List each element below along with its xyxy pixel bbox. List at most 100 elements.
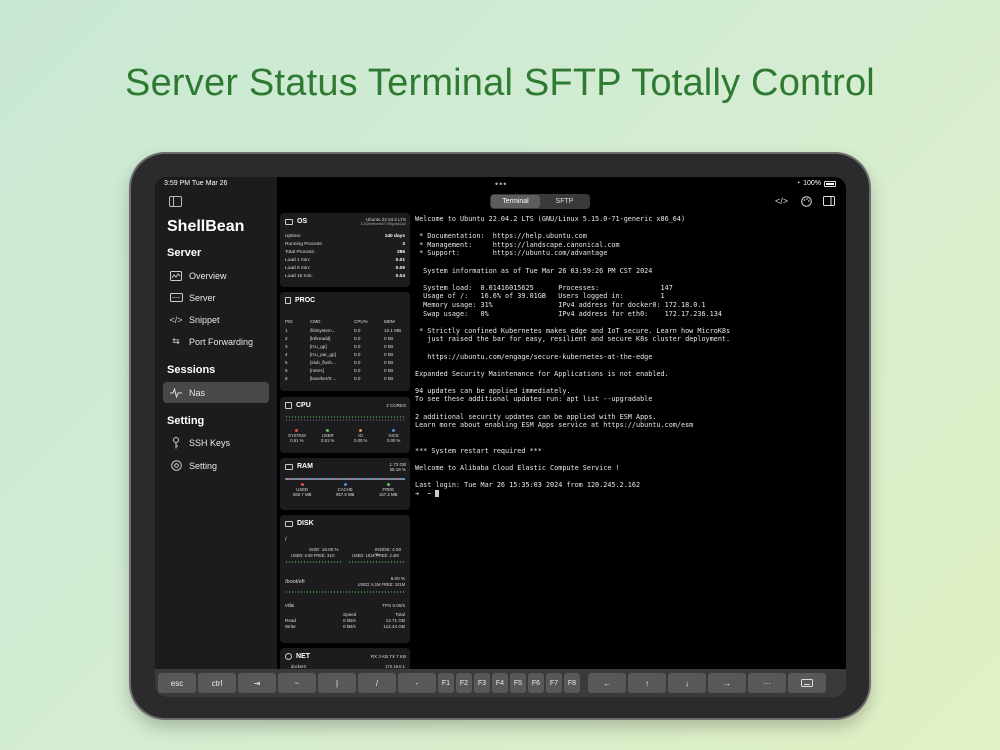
sidebar-item-snippet[interactable]: </> Snippet bbox=[163, 309, 269, 330]
cpu-cores: 2 CORES bbox=[386, 403, 406, 408]
terminal-line: https://ubuntu.com/engage/secure-kuberne… bbox=[415, 352, 653, 361]
code-icon: </> bbox=[169, 314, 183, 325]
sidebar-item-server[interactable]: Server bbox=[163, 287, 269, 308]
key-arrow-left[interactable]: ← bbox=[588, 673, 626, 693]
sidebar-item-label: Setting bbox=[189, 460, 218, 471]
terminal-line: just raised the bar for easy, resilient … bbox=[415, 335, 731, 344]
globe-icon bbox=[285, 653, 292, 660]
os-row: Uptime: 140 days bbox=[285, 234, 405, 239]
disk-efi-pct: 6.00 % bbox=[390, 576, 405, 581]
key-tilde[interactable]: ~ bbox=[278, 673, 316, 693]
key-f2[interactable]: F2 bbox=[456, 673, 472, 693]
ram-legend-free: FREE 157.2 MB bbox=[379, 483, 397, 497]
battery-icon bbox=[824, 180, 836, 187]
cpu-card: CPU 2 CORES SYSTEM 0.51 % USER 0.51 % IO 0.… bbox=[280, 397, 410, 453]
keyboard-accessory-bar: esc ctrl ⇥ ~ | / - F1 F2 F3 F4 F5 F6 F7 … bbox=[155, 669, 846, 697]
cpu-usage-bar bbox=[285, 416, 405, 418]
os-row: Running Process: 3 bbox=[285, 242, 405, 247]
terminal-output[interactable]: Welcome to Ubuntu 22.04.2 LTS (GNU/Linux… bbox=[415, 215, 842, 667]
status-bar: 3:59 PM Tue Mar 26 ◔ 100% bbox=[155, 177, 846, 191]
sidebar-item-label: SSH Keys bbox=[189, 437, 231, 448]
terminal-line: * Management: https://landscape.canonica… bbox=[415, 240, 620, 249]
disk-root-bar bbox=[285, 561, 342, 563]
palette-icon[interactable] bbox=[801, 196, 812, 209]
cpu-legend-nice: NICE 0.00 % bbox=[387, 429, 400, 443]
key-dash[interactable]: - bbox=[398, 673, 436, 693]
key-f3[interactable]: F3 bbox=[474, 673, 490, 693]
sidebar-item-overview[interactable]: Overview bbox=[163, 265, 269, 286]
terminal-line: System load: 0.01416015625 Processes: 14… bbox=[415, 283, 673, 292]
sidebar: ShellBean Server Overview Server </> Sni… bbox=[155, 177, 277, 669]
arrows-icon: ⇆ bbox=[172, 336, 180, 346]
key-f7[interactable]: F7 bbox=[546, 673, 562, 693]
cpu-usage-bar bbox=[285, 419, 405, 421]
os-row: Load 15 min: 0.04 bbox=[285, 274, 405, 279]
key-arrow-down[interactable]: ↓ bbox=[668, 673, 706, 693]
status-time: 3:59 PM Tue Mar 26 bbox=[164, 180, 228, 187]
key-pipe[interactable]: | bbox=[318, 673, 356, 693]
sidebar-item-port-forwarding[interactable]: ⇆ Port Forwarding bbox=[163, 331, 269, 352]
app-title: ShellBean bbox=[167, 218, 245, 235]
key-slash[interactable]: / bbox=[358, 673, 396, 693]
terminal-line: 94 updates can be applied immediately. bbox=[415, 386, 571, 395]
key-f5[interactable]: F5 bbox=[510, 673, 526, 693]
sidebar-item-setting[interactable]: Setting bbox=[163, 455, 269, 476]
gear-icon bbox=[169, 460, 183, 472]
tab-sftp[interactable]: SFTP bbox=[540, 195, 589, 208]
terminal-line: Learn more about enabling ESM Apps servi… bbox=[415, 421, 694, 430]
os-name-block: Ubuntu 22.04.2 LTS 1222eebcea677ff5yokk2… bbox=[360, 217, 406, 227]
server-icon bbox=[169, 292, 183, 304]
key-ctrl[interactable]: ctrl bbox=[198, 673, 236, 693]
ram-legend-cache: CACHE 957.5 MB bbox=[336, 483, 354, 497]
terminal-line: System information as of Tue Mar 26 03:5… bbox=[415, 266, 653, 275]
key-esc[interactable]: esc bbox=[158, 673, 196, 693]
terminal-line: Memory usage: 31% IPv4 address for docke… bbox=[415, 300, 706, 309]
terminal-line: ➜ ~ bbox=[415, 490, 842, 499]
code-icon[interactable]: </> bbox=[775, 196, 788, 206]
card-title-text: OS bbox=[297, 218, 308, 225]
sidebar-item-nas[interactable]: Nas bbox=[163, 382, 269, 403]
terminal-line: * Strictly confined Kubernetes makes edg… bbox=[415, 326, 731, 335]
key-more[interactable]: ··· bbox=[748, 673, 786, 693]
disk-device-tps: TPS 0.00/s bbox=[382, 603, 405, 608]
sidebar-toggle-icon[interactable] bbox=[169, 196, 182, 207]
ram-card-title: RAM bbox=[285, 463, 313, 470]
section-title-setting: Setting bbox=[167, 415, 205, 427]
key-f6[interactable]: F6 bbox=[528, 673, 544, 693]
cpu-icon bbox=[285, 402, 292, 409]
net-card-title: NET bbox=[285, 653, 310, 660]
page-headline: Server Status Terminal SFTP Totally Cont… bbox=[125, 62, 875, 104]
key-f4[interactable]: F4 bbox=[492, 673, 508, 693]
sidebar-item-ssh-keys[interactable]: SSH Keys bbox=[163, 432, 269, 453]
ram-percent: 35.18 % bbox=[389, 467, 406, 472]
sidebar-item-label: Snippet bbox=[189, 314, 220, 325]
terminal-line: * Documentation: https://help.ubuntu.com bbox=[415, 232, 587, 241]
os-row: Total Process: 286 bbox=[285, 250, 405, 255]
section-title-sessions: Sessions bbox=[167, 364, 216, 376]
key-f8[interactable]: F8 bbox=[564, 673, 580, 693]
disk-icon bbox=[285, 520, 293, 527]
terminal-line: 2 additional security updates can be app… bbox=[415, 412, 657, 421]
key-f1[interactable]: F1 bbox=[438, 673, 454, 693]
key-arrow-right[interactable]: → bbox=[708, 673, 746, 693]
key-arrow-up[interactable]: ↑ bbox=[628, 673, 666, 693]
inspector-toggle-icon[interactable] bbox=[823, 196, 835, 208]
keyboard-toggle-button[interactable] bbox=[788, 673, 826, 693]
ram-card: RAM 1.73 GB 35.18 % USED 560.7 MB CACHE 95… bbox=[280, 458, 410, 510]
key-tab[interactable]: ⇥ bbox=[238, 673, 276, 693]
os-card-title: OS bbox=[285, 218, 307, 225]
os-id: 1222eebcea677ff5yokk2a2 bbox=[360, 222, 406, 226]
tab-terminal[interactable]: Terminal bbox=[491, 195, 540, 208]
disk-inode-bar bbox=[348, 561, 405, 563]
ram-usage-bar bbox=[285, 478, 405, 480]
wifi-icon: ◔ bbox=[795, 180, 801, 187]
ipad-screen: 3:59 PM Tue Mar 26 ◔ 100% ShellBean Serv… bbox=[155, 177, 846, 697]
